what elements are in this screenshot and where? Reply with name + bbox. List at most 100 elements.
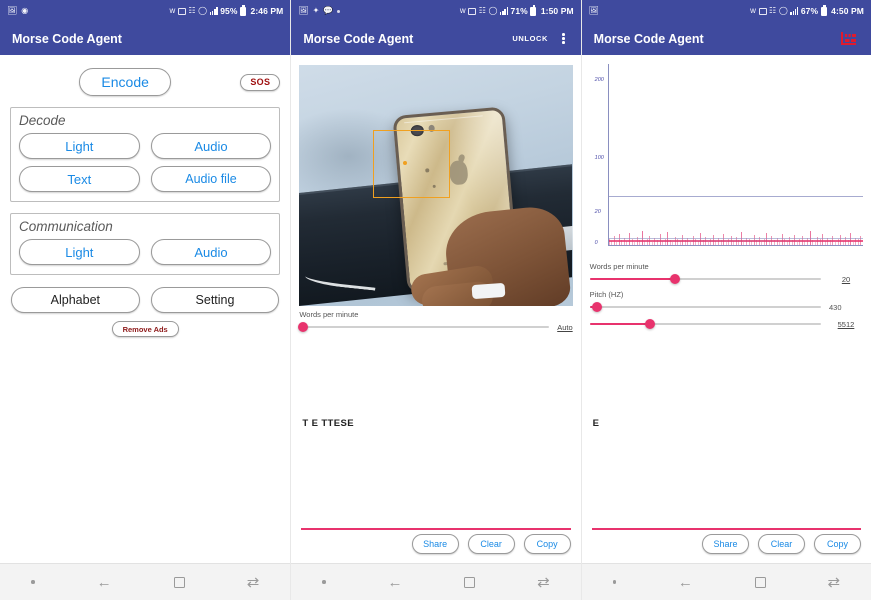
clock-1: 2:46 PM bbox=[250, 6, 284, 16]
alarm-icon bbox=[468, 7, 477, 15]
nav-bar-1: ← ⇄ bbox=[0, 563, 291, 600]
app-bar-2: Morse Code Agent UNLOCK bbox=[291, 22, 581, 55]
status-left-icons-1: 🖼 ◉ bbox=[7, 7, 28, 15]
signal-icon bbox=[790, 7, 799, 15]
nfc-icon: ☷ bbox=[769, 6, 777, 15]
output-actions-2: Share Clear Copy bbox=[301, 534, 571, 554]
share-button[interactable]: Share bbox=[411, 534, 459, 554]
signal-icon bbox=[500, 7, 509, 15]
y-tick-100: 100 bbox=[594, 155, 604, 162]
status-left-icons-3: 🖼 bbox=[589, 7, 599, 15]
battery-icon bbox=[820, 5, 827, 16]
battery-percent-3: 67% bbox=[800, 6, 819, 16]
dot-icon[interactable] bbox=[612, 580, 617, 584]
nav-bar-2: ← ⇄ bbox=[291, 563, 581, 600]
copy-button[interactable]: Copy bbox=[813, 534, 861, 554]
nfc-icon: ☷ bbox=[188, 6, 196, 15]
status-right-3: w ☷ ◯ 67% 4:50 PM bbox=[750, 5, 864, 16]
decode-group: Decode Light Audio Text Audio file bbox=[10, 107, 281, 202]
output-underline-3 bbox=[591, 528, 861, 530]
wifi-icon: ◯ bbox=[488, 6, 498, 15]
wifi-icon: ◯ bbox=[778, 6, 788, 15]
unlock-button[interactable]: UNLOCK bbox=[512, 34, 548, 43]
decode-group-title: Decode bbox=[19, 113, 66, 128]
decode-audio-button[interactable]: Audio bbox=[150, 133, 272, 159]
audio-spectrum-chart: 200 100 20 0 bbox=[588, 64, 865, 260]
detection-box[interactable] bbox=[373, 130, 450, 198]
clock-2: 1:50 PM bbox=[540, 6, 574, 16]
app-title-1: Morse Code Agent bbox=[12, 31, 122, 46]
clear-button[interactable]: Clear bbox=[467, 534, 515, 554]
swap-icon[interactable]: ⇄ bbox=[537, 575, 550, 590]
back-arrow-icon[interactable]: ← bbox=[388, 575, 403, 590]
battery-percent-2: 71% bbox=[510, 6, 528, 16]
y-tick-20: 20 bbox=[594, 209, 601, 216]
wpm-slider-2[interactable] bbox=[298, 321, 550, 333]
status-right-2: w ☷ ◯ 71% 1:50 PM bbox=[459, 5, 574, 16]
status-bar-3: 🖼 w ☷ ◯ 67% 4:50 PM bbox=[581, 0, 871, 22]
message-icon: 💬 bbox=[323, 6, 334, 15]
swap-icon[interactable]: ⇄ bbox=[247, 575, 260, 590]
three-phone-screenshots: 🖼 ◉ w ☷ ◯ 95% 2:46 PM Morse Code Agent E… bbox=[0, 0, 871, 600]
clear-button[interactable]: Clear bbox=[757, 534, 805, 554]
app-title-2: Morse Code Agent bbox=[303, 31, 414, 46]
bluetooth-icon: w bbox=[459, 6, 466, 15]
screen-home: 🖼 ◉ w ☷ ◯ 95% 2:46 PM Morse Code Agent E… bbox=[0, 0, 291, 600]
square-recents-icon[interactable] bbox=[173, 576, 185, 588]
decode-light-button[interactable]: Light bbox=[19, 133, 140, 159]
screen-light-decode: 🖼 ✦ 💬 w ☷ ◯ 71% 1:50 PM Morse Code Agent… bbox=[290, 0, 581, 600]
alphabet-button[interactable]: Alphabet bbox=[11, 287, 140, 313]
communication-group-title: Communication bbox=[19, 219, 113, 234]
y-tick-200: 200 bbox=[594, 77, 604, 84]
output-actions-3: Share Clear Copy bbox=[592, 534, 861, 554]
pitch-slider-3[interactable] bbox=[589, 301, 821, 313]
overflow-menu-icon[interactable] bbox=[558, 30, 569, 47]
auto-link[interactable]: Auto bbox=[557, 323, 572, 332]
y-tick-0: 0 bbox=[594, 240, 598, 247]
back-arrow-icon[interactable]: ← bbox=[678, 575, 693, 590]
communication-audio-button[interactable]: Audio bbox=[150, 239, 272, 265]
decode-audio-file-button[interactable]: Audio file bbox=[150, 166, 272, 192]
utility-row: Alphabet Setting bbox=[11, 287, 280, 313]
dot-icon[interactable] bbox=[322, 580, 326, 584]
communication-light-button[interactable]: Light bbox=[19, 239, 140, 265]
wpm-slider-3[interactable] bbox=[589, 273, 821, 285]
status-left-icons-2: 🖼 ✦ 💬 bbox=[298, 6, 341, 15]
sample-rate-slider-3[interactable] bbox=[589, 318, 821, 330]
signal-baseline bbox=[608, 240, 863, 242]
alarm-icon bbox=[758, 7, 767, 15]
back-arrow-icon[interactable]: ← bbox=[97, 575, 112, 590]
image-icon: 🖼 bbox=[7, 6, 18, 15]
setting-button[interactable]: Setting bbox=[150, 287, 280, 313]
battery-icon bbox=[530, 5, 537, 16]
remove-ads-button[interactable]: Remove Ads bbox=[111, 321, 179, 337]
square-recents-icon[interactable] bbox=[464, 576, 476, 588]
status-bar-1: 🖼 ◉ w ☷ ◯ 95% 2:46 PM bbox=[0, 0, 291, 22]
copy-button[interactable]: Copy bbox=[523, 534, 571, 554]
output-underline-2 bbox=[301, 528, 571, 530]
image-icon: 🖼 bbox=[588, 6, 599, 15]
clock-3: 4:50 PM bbox=[831, 6, 864, 16]
wpm-label-3: Words per minute bbox=[589, 262, 649, 271]
alarm-icon bbox=[177, 7, 186, 15]
share-button[interactable]: Share bbox=[701, 534, 749, 554]
square-recents-icon[interactable] bbox=[754, 576, 766, 588]
camera-preview[interactable] bbox=[299, 65, 573, 306]
chart-plot-area: 200 100 20 0 bbox=[595, 64, 863, 246]
pitch-value-3: 430 bbox=[828, 302, 842, 312]
communication-group: Communication Light Audio bbox=[10, 213, 281, 275]
status-bar-2: 🖼 ✦ 💬 w ☷ ◯ 71% 1:50 PM bbox=[291, 0, 581, 22]
wifi-icon: ◯ bbox=[198, 6, 208, 15]
bluetooth-icon: w bbox=[169, 6, 176, 15]
dot-icon[interactable] bbox=[31, 580, 35, 584]
waveform-logo-icon bbox=[839, 30, 859, 47]
baseline-guide bbox=[608, 238, 863, 239]
threshold-line bbox=[608, 196, 863, 198]
nav-bar-3: ← ⇄ bbox=[581, 563, 871, 600]
swap-icon[interactable]: ⇄ bbox=[828, 575, 841, 590]
decode-text-button[interactable]: Text bbox=[19, 166, 140, 192]
wpm-value-3: 20 bbox=[841, 274, 851, 284]
sos-button[interactable]: SOS bbox=[240, 73, 281, 91]
bluetooth-share-icon: ✦ bbox=[312, 6, 320, 15]
encode-button[interactable]: Encode bbox=[79, 68, 172, 96]
